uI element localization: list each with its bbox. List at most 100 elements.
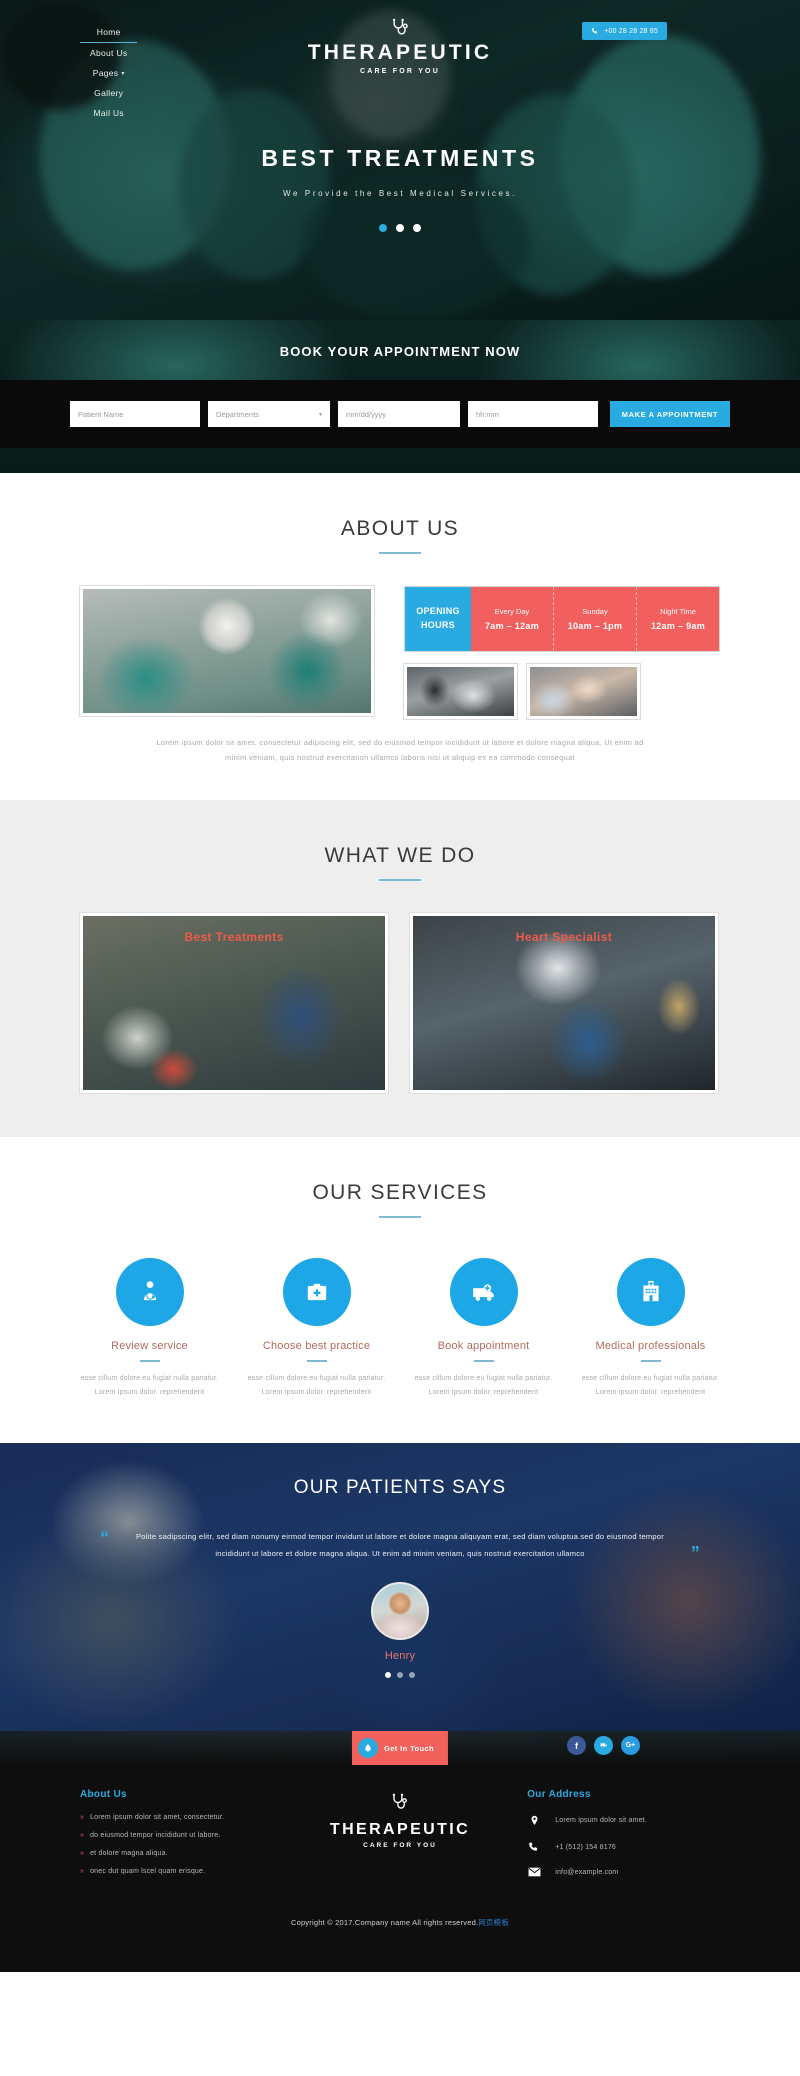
arrow-icon: » (80, 1868, 85, 1876)
get-in-touch-button[interactable]: Get In Touch (351, 1731, 449, 1766)
avatar (371, 1582, 429, 1641)
brand-title: THERAPEUTIC (307, 41, 493, 64)
footer-about-column: About Us » Lorem ipsum dolor sit amet, co… (80, 1789, 273, 1891)
slider-dot-1[interactable] (379, 224, 387, 232)
footer-brand-column: THERAPEUTIC CARE FOR YOU (299, 1789, 501, 1891)
site-logo[interactable]: THERAPEUTIC CARE FOR YOU (0, 18, 800, 75)
list-item-label: do eiusmod tempor incididunt ut labore. (90, 1832, 221, 1840)
service-item-choose-best-practice[interactable]: Choose best practice esse cillum dolore … (233, 1257, 400, 1401)
testimonial-dot-1[interactable] (385, 1672, 391, 1679)
service-icon-wrap (449, 1257, 518, 1326)
facebook-icon[interactable]: f (567, 1736, 586, 1756)
arrow-icon: » (80, 1814, 85, 1822)
list-item[interactable]: » do eiusmod tempor incididunt ut labore. (80, 1832, 273, 1839)
copyright: Copyright © 2017.Company name All rights… (0, 1901, 800, 1972)
opening-hours-table: OPENING HOURS Every Day 7am – 12am Sunda… (404, 586, 720, 652)
slider-dot-2[interactable] (396, 224, 404, 232)
brand-subtitle: CARE FOR YOU (360, 68, 440, 75)
doctor-icon (143, 1281, 156, 1300)
nav-item-gallery[interactable]: Gallery (80, 83, 137, 103)
footer-about-links[interactable]: » Lorem ipsum dolor sit amet, consectetur… (80, 1814, 273, 1875)
medical-kit-icon (307, 1283, 326, 1300)
drop-icon (357, 1738, 378, 1759)
departments-select[interactable]: Departments ▾ (208, 401, 330, 427)
footer-address-column: Our Address Lorem ipsum dolor sit amet. … (527, 1789, 720, 1891)
service-item-book-appointment[interactable]: Book appointment esse cillum dolore eu f… (400, 1257, 567, 1401)
service-name: Book appointment (437, 1339, 530, 1352)
service-rule (306, 1359, 327, 1362)
testimonial-dot-3[interactable] (409, 1672, 415, 1679)
footer-about-heading: About Us (80, 1789, 127, 1801)
footer-brand-subtitle: CARE FOR YOU (363, 1842, 437, 1850)
hours-time: 10am – 1pm (567, 621, 623, 631)
list-item[interactable]: » et dolore magna aliqua. (80, 1850, 273, 1857)
slider-dot-3[interactable] (413, 224, 421, 232)
list-item-label: onec dut quam lscel quam erisque. (90, 1868, 206, 1876)
patient-name-input[interactable]: Patient Name (70, 401, 200, 427)
twitter-icon[interactable]: ❧ (594, 1736, 613, 1756)
service-item-review-service[interactable]: Review service esse cillum dolore eu fug… (66, 1257, 233, 1401)
hero-heading: BEST TREATMENTS (261, 145, 539, 171)
card-label: Best Treatments (184, 929, 284, 944)
location-pin-icon (527, 1814, 541, 1827)
testimonial-dot-2[interactable] (397, 1672, 403, 1679)
service-description: esse cillum dolore eu fugiat nulla paria… (80, 1374, 219, 1397)
about-title: ABOUT US (340, 517, 460, 540)
nav-item-mail-us[interactable]: Mail Us (80, 103, 137, 123)
envelope-icon (527, 1867, 541, 1877)
address-text: +1 (512) 154 8176 (555, 1843, 617, 1851)
google-plus-icon[interactable]: G+ (621, 1736, 640, 1756)
hours-day: Night Time (660, 607, 696, 616)
phone-badge[interactable]: +00 28 28 28 85 (582, 22, 667, 40)
make-appointment-button[interactable]: MAKE A APPOINTMENT (609, 401, 730, 427)
arrow-icon: » (80, 1832, 85, 1840)
stethoscope-icon (393, 1793, 408, 1809)
appointment-time-input[interactable]: hh:mm (468, 401, 598, 427)
booking-title: BOOK YOUR APPOINTMENT NOW (279, 344, 521, 359)
testimonial-slider-dots[interactable] (0, 1672, 800, 1679)
nav-label: Gallery (94, 88, 124, 98)
arrow-icon: » (80, 1850, 85, 1858)
service-icon-wrap (282, 1257, 351, 1326)
about-section: ABOUT US OPENING HOURS Every Day 7am – 1… (0, 473, 800, 800)
phone-icon (527, 1841, 541, 1853)
address-row-email: info@example.com (527, 1867, 720, 1877)
opening-hours-line1: OPENING (416, 606, 460, 617)
hero-slider-dots[interactable] (0, 224, 800, 232)
card-label: Heart Specialist (515, 929, 613, 944)
footer-brand-title: THERAPEUTIC (329, 1821, 471, 1839)
list-item[interactable]: » Lorem ipsum dolor sit amet, consectetur… (80, 1814, 273, 1821)
testimonial-title: OUR PATIENTS SAYS (293, 1477, 507, 1499)
address-row-location: Lorem ipsum dolor sit amet. (527, 1814, 720, 1827)
get-in-touch-label: Get In Touch (383, 1743, 435, 1753)
service-description: esse cillum dolore eu fugiat nulla paria… (247, 1374, 386, 1397)
service-rule (640, 1359, 661, 1362)
departments-value: Departments (216, 409, 259, 419)
what-we-do-card-heart-specialist[interactable]: Heart Specialist (410, 912, 718, 1093)
list-item-label: et dolore magna aliqua. (90, 1850, 168, 1858)
what-we-do-section: WHAT WE DO Best Treatments Heart Special… (0, 799, 800, 1137)
service-item-medical-professionals[interactable]: Medical professionals esse cillum dolore… (567, 1257, 734, 1401)
about-thumbnail-1 (404, 664, 517, 719)
appointment-date-input[interactable]: mm/dd/yyyy (338, 401, 460, 427)
testimonial-section: OUR PATIENTS SAYS “ Polite sadipscing el… (0, 1443, 800, 1732)
phone-number: +00 28 28 28 85 (604, 27, 658, 35)
hours-day: Sunday (582, 607, 608, 616)
service-icon-wrap (616, 1257, 685, 1326)
social-links[interactable]: f ❧ G+ (567, 1736, 640, 1756)
about-thumbnail-2 (527, 664, 640, 719)
list-item[interactable]: » onec dut quam lscel quam erisque. (80, 1868, 273, 1875)
what-we-do-card-best-treatments[interactable]: Best Treatments (80, 912, 388, 1093)
address-text: info@example.com (555, 1868, 619, 1876)
hero-subheading: We Provide the Best Medical Services. (283, 189, 517, 198)
footer-top-bar: Get In Touch f ❧ G+ (0, 1731, 800, 1766)
copyright-link[interactable]: 网页模板 (478, 1918, 509, 1927)
booking-form[interactable]: Patient Name Departments ▾ mm/dd/yyyy hh… (0, 380, 800, 448)
hours-column-everyday: Every Day 7am – 12am (471, 587, 554, 651)
copyright-text: Copyright © 2017.Company name All rights… (290, 1918, 479, 1928)
address-row-phone: +1 (512) 154 8176 (527, 1841, 720, 1853)
stethoscope-icon (393, 18, 408, 35)
footer: Get In Touch f ❧ G+ About Us » Lorem ipsu… (0, 1731, 800, 1973)
ambulance-icon (472, 1284, 494, 1301)
opening-hours-label: OPENING HOURS (405, 587, 471, 651)
